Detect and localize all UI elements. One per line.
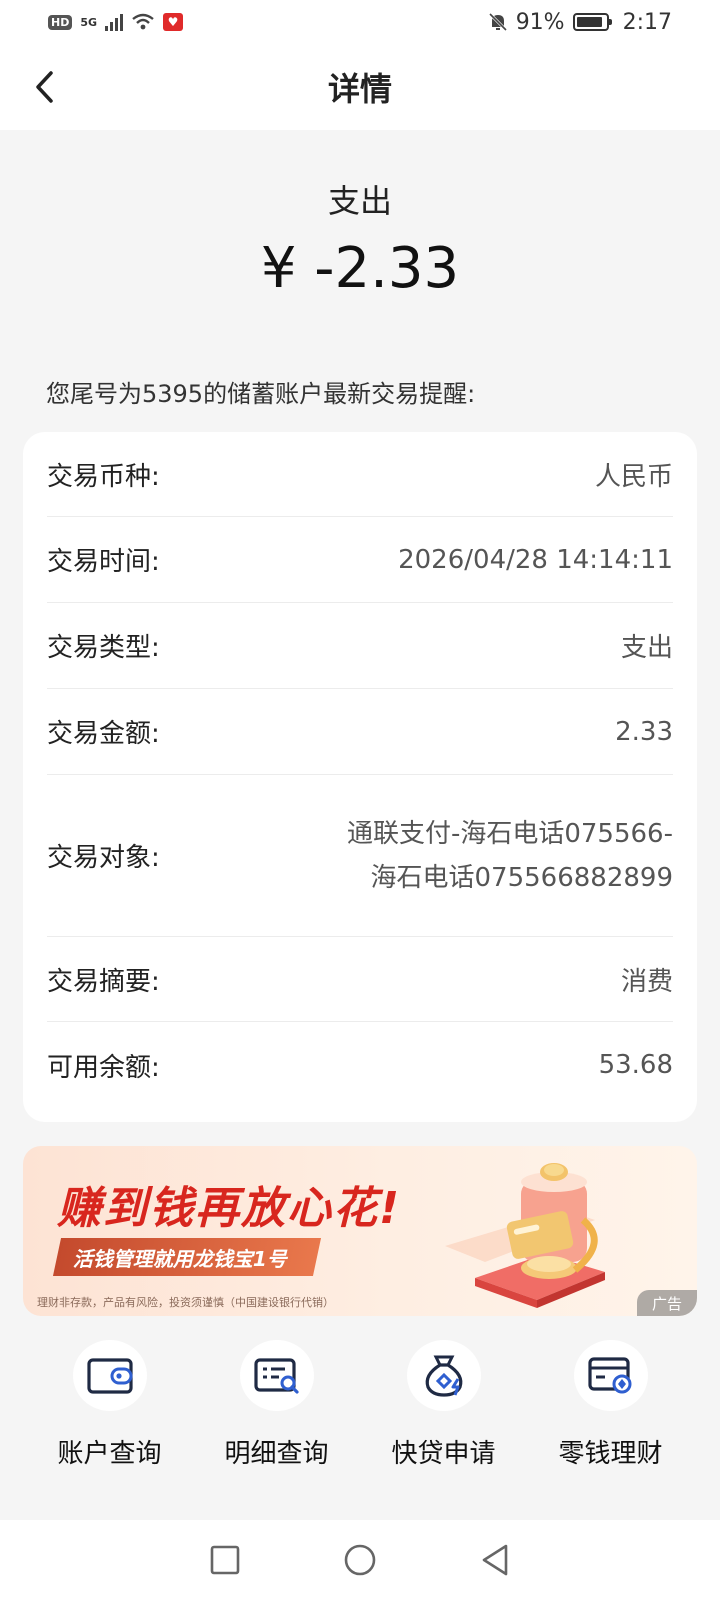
banner-title: 赚到钱再放心花! (57, 1183, 402, 1234)
banner-disclaimer: 理财非存款，产品有风险，投资须谨慎（中国建设银行代销） (37, 1296, 334, 1309)
detail-value: 2.33 (615, 716, 673, 747)
battery-icon (572, 13, 612, 31)
banner-subtitle-ribbon: 活钱管理就用龙钱宝1号 (52, 1238, 321, 1276)
action-label: 明细查询 (224, 1439, 329, 1469)
detail-row-time: 交易时间: 2026/04/28 14:14:11 (47, 517, 673, 603)
statement-query-button[interactable]: 明细查询 (202, 1340, 352, 1470)
detail-row-type: 交易类型: 支出 (47, 603, 673, 689)
bell-muted-icon (488, 12, 507, 32)
detail-label: 交易金额: (47, 719, 160, 749)
quick-actions: 账户查询 明细查询 快贷申请 零钱理财 (0, 1340, 720, 1470)
detail-label: 交易类型: (47, 633, 160, 663)
coin-stack-illustration-icon (445, 1163, 605, 1308)
chevron-left-icon (36, 71, 53, 103)
detail-label: 交易摘要: (47, 966, 160, 997)
status-right: 91% 2:17 (488, 10, 672, 35)
card-coin-icon (587, 1356, 631, 1393)
action-label: 快贷申请 (391, 1439, 496, 1469)
detail-row-amount: 交易金额: 2.33 (47, 689, 673, 775)
wifi-icon (132, 13, 154, 30)
action-icon-circle (406, 1340, 481, 1411)
detail-row-balance: 可用余额: 53.68 (47, 1022, 673, 1108)
network-label: 5G (80, 15, 98, 29)
action-icon-circle (239, 1340, 314, 1411)
detail-row-counterparty: 交易对象: 通联支付-海石电话075566-海石电话075566882899 (47, 775, 673, 937)
details-card: 交易币种: 人民币 交易时间: 2026/04/28 14:14:11 交易类型… (23, 432, 697, 1122)
detail-label: 交易对象: (47, 843, 160, 873)
app-notification-icon: ♥ (163, 13, 184, 31)
detail-label: 交易时间: (47, 547, 160, 577)
money-bag-icon (425, 1355, 462, 1397)
action-label: 零钱理财 (558, 1439, 663, 1469)
action-icon-circle (573, 1340, 648, 1411)
home-circle-icon[interactable] (343, 1543, 377, 1577)
promo-banner[interactable]: 赚到钱再放心花! 活钱管理就用龙钱宝1号 理财非存款，产品有风险，投资须谨慎（中… (23, 1146, 697, 1316)
recents-square-icon[interactable] (209, 1544, 241, 1576)
detail-value: 支出 (620, 633, 673, 663)
quick-loan-button[interactable]: 快贷申请 (369, 1340, 519, 1470)
back-button[interactable] (24, 64, 64, 110)
ad-label: 广告 (637, 1290, 697, 1316)
statement-search-icon (253, 1357, 299, 1394)
battery-fill (576, 17, 603, 27)
banner-subtitle: 活钱管理就用龙钱宝1号 (73, 1246, 287, 1271)
status-left: HD 5G ♥ (48, 13, 184, 31)
detail-label: 可用余额: (47, 1052, 160, 1083)
detail-value: 通联支付-海石电话075566-海石电话075566882899 (346, 818, 673, 893)
detail-row-currency: 交易币种: 人民币 (47, 432, 673, 517)
account-notice: 您尾号为5395的储蓄账户最新交易提醒: (46, 380, 476, 408)
action-label: 账户查询 (57, 1439, 162, 1469)
account-query-button[interactable]: 账户查询 (35, 1340, 185, 1470)
detail-value: 消费 (620, 966, 673, 997)
header: 详情 (0, 44, 720, 130)
clock: 2:17 (622, 9, 672, 35)
transaction-type-heading: 支出 (327, 182, 392, 220)
back-triangle-icon[interactable] (479, 1543, 511, 1577)
wealth-management-button[interactable]: 零钱理财 (536, 1340, 686, 1470)
transaction-amount: ¥ -2.33 (260, 236, 460, 301)
wallet-icon (86, 1357, 133, 1394)
status-bar: HD 5G ♥ 91% 2:17 (0, 0, 720, 44)
detail-row-summary: 交易摘要: 消费 (47, 937, 673, 1022)
detail-value: 人民币 (594, 461, 673, 492)
detail-value: 2026/04/28 14:14:11 (398, 544, 673, 575)
page-title: 详情 (327, 70, 392, 108)
action-icon-circle (72, 1340, 147, 1411)
system-nav-bar (0, 1520, 720, 1600)
detail-label: 交易币种: (47, 461, 160, 492)
signal-icon (105, 13, 124, 31)
battery-percent: 91% (515, 9, 565, 35)
detail-value: 53.68 (598, 1050, 673, 1080)
hd-badge: HD (48, 14, 73, 30)
